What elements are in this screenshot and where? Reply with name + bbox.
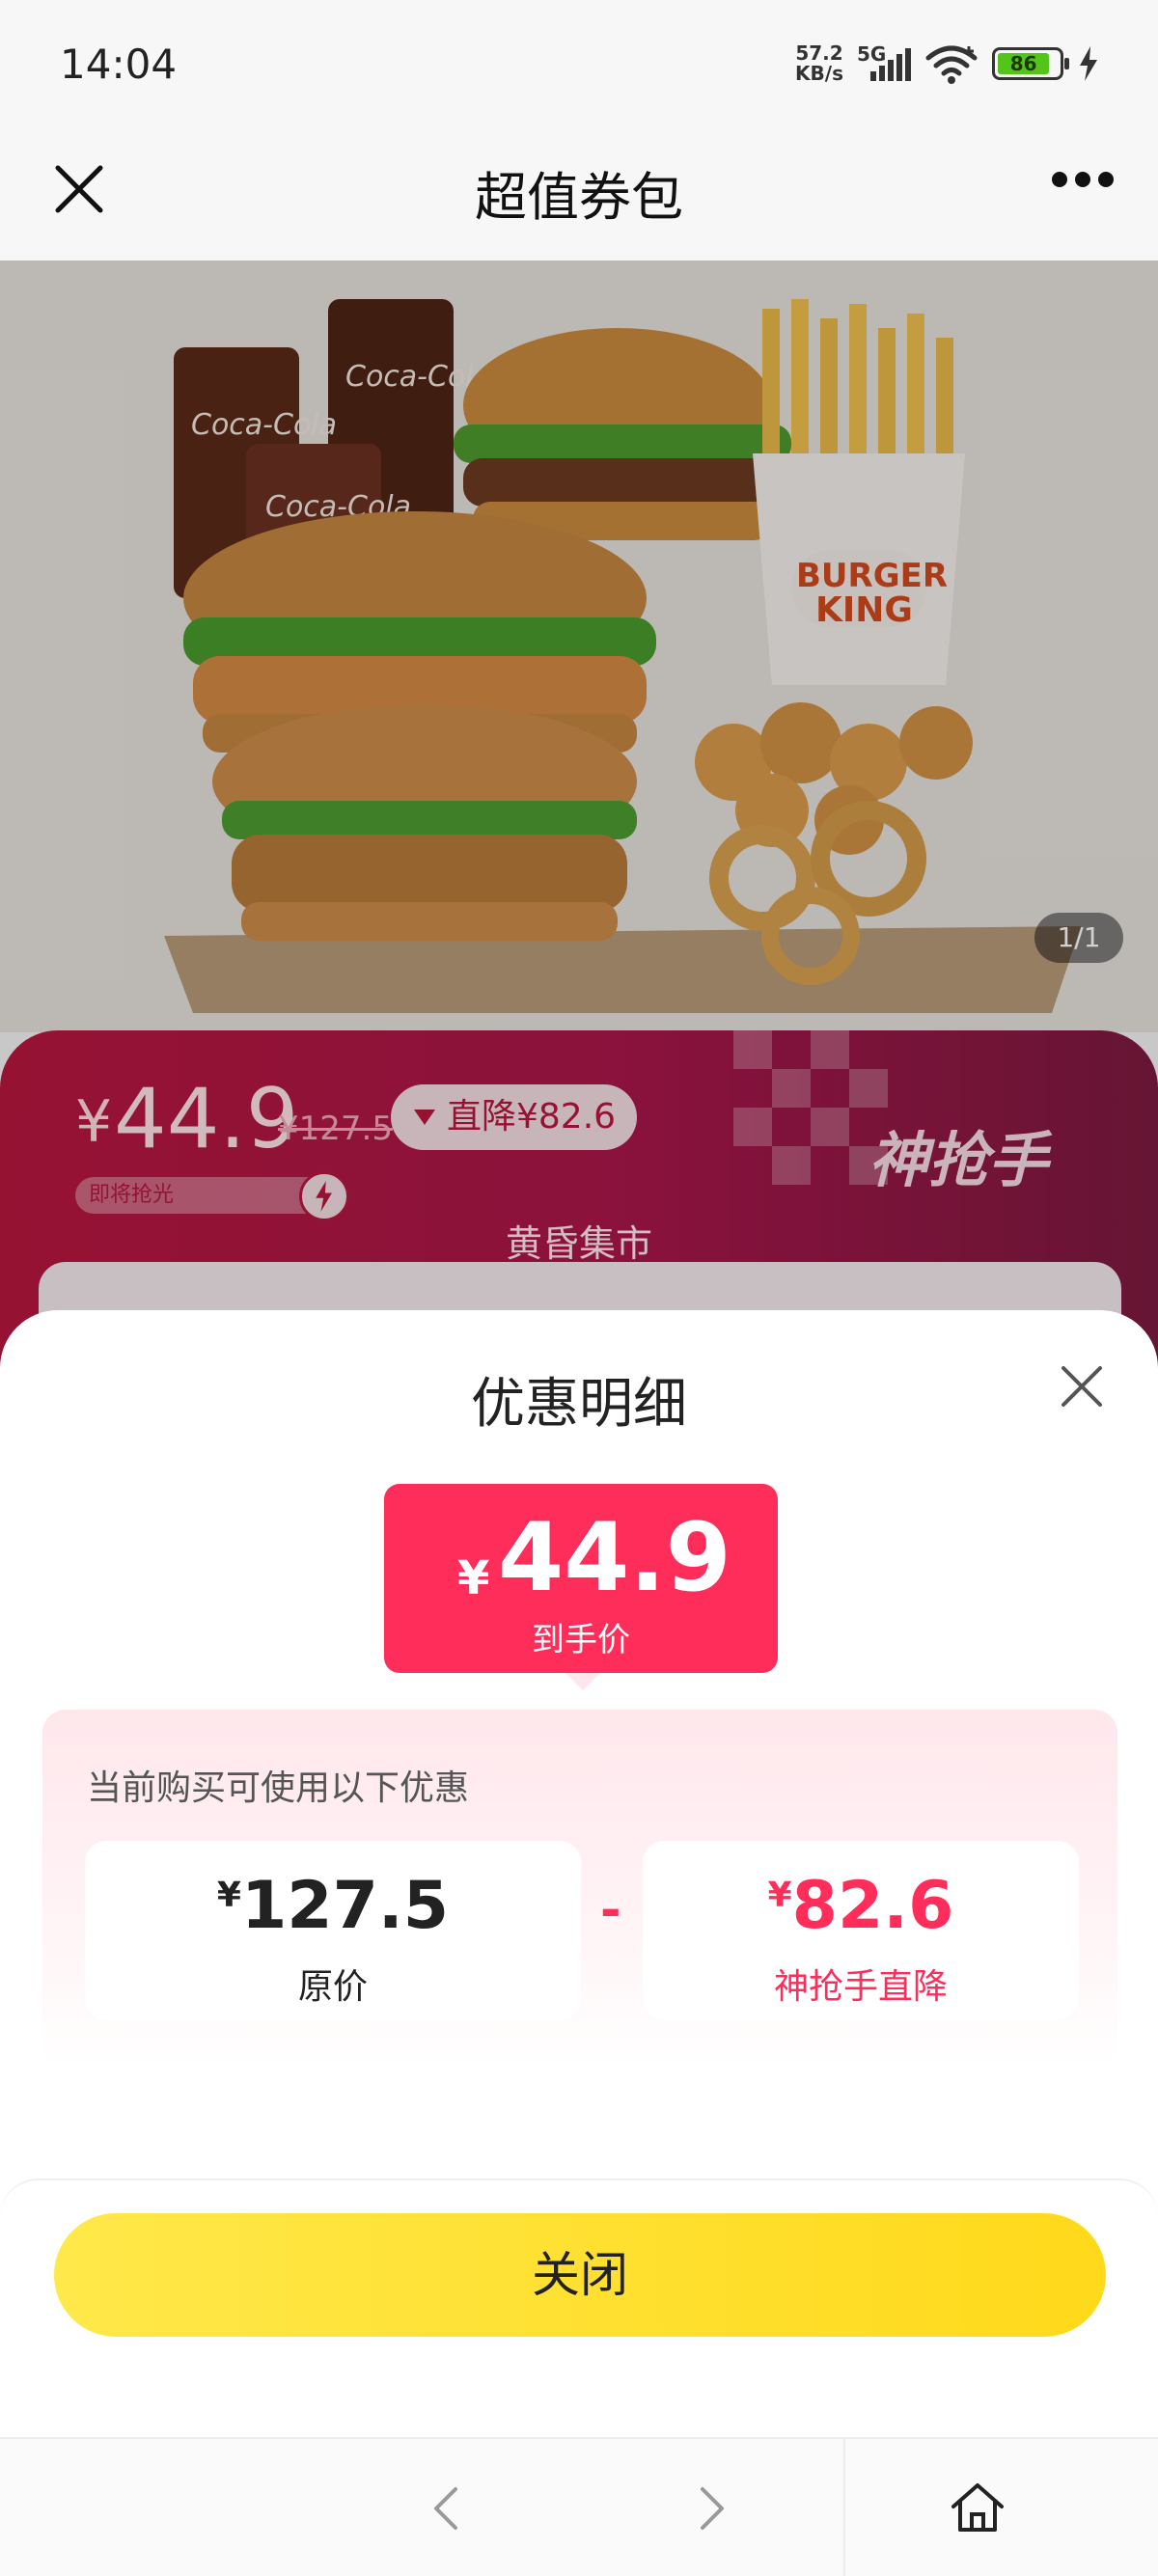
status-bar: 14:04 57.2 KB/s 5G 86 — [0, 0, 1158, 131]
saving-currency: ¥ — [767, 1876, 792, 1915]
net-speed-unit: KB/s — [795, 62, 843, 85]
discount-breakdown: 当前购买可使用以下优惠 ¥127.5 原价 - ¥82.6 神抢手直降 — [42, 1710, 1117, 2067]
net-speed: 57.2 KB/s — [795, 43, 843, 84]
final-price-caption: 到手价 — [532, 1621, 630, 1659]
close-icon[interactable] — [1056, 1360, 1108, 1412]
forward-icon[interactable] — [683, 2481, 737, 2535]
original-currency: ¥ — [216, 1876, 241, 1915]
charging-icon — [1080, 46, 1097, 81]
final-price: 44.9 — [498, 1503, 731, 1613]
sheet-footer: 关闭 — [0, 2179, 1158, 2439]
page-title: 超值券包 — [475, 167, 683, 228]
more-icon[interactable] — [1052, 172, 1114, 187]
saving-label: 神抢手直降 — [773, 1967, 948, 2007]
original-label: 原价 — [297, 1967, 368, 2007]
net-speed-value: 57.2 — [795, 41, 843, 65]
saving-card: ¥82.6 神抢手直降 — [643, 1841, 1079, 2020]
saving-amount: ¥82.6 — [643, 1868, 1079, 1944]
final-price-currency: ¥ — [457, 1551, 490, 1605]
discount-hint: 当前购买可使用以下优惠 — [87, 1768, 470, 1808]
discount-detail-sheet: 优惠明细 ¥ 44.9 到手价 当前购买可使用以下优惠 ¥127.5 原价 - … — [0, 1310, 1158, 2439]
modal-backdrop[interactable] — [0, 260, 1158, 1418]
back-icon[interactable] — [421, 2481, 475, 2535]
wifi-icon — [925, 45, 978, 84]
minus-sign: - — [600, 1881, 621, 1939]
status-icons: 57.2 KB/s 5G 86 — [795, 42, 1100, 85]
saving-value: 82.6 — [791, 1868, 954, 1944]
original-value: 127.5 — [240, 1868, 450, 1944]
original-price-card: ¥127.5 原价 — [85, 1841, 581, 2020]
home-icon[interactable] — [948, 2478, 1007, 2537]
signal-icon: 5G — [857, 42, 911, 85]
toolbar-divider — [843, 2439, 845, 2576]
status-time: 14:04 — [60, 41, 178, 88]
original-amount: ¥127.5 — [85, 1868, 581, 1944]
final-price-badge: ¥ 44.9 到手价 — [384, 1484, 778, 1690]
battery-icon: 86 — [992, 47, 1069, 80]
browser-toolbar — [0, 2437, 1158, 2576]
nav-bar: 超值券包 — [0, 131, 1158, 260]
sheet-title: 优惠明细 — [471, 1373, 687, 1436]
battery-level: 86 — [998, 52, 1050, 75]
close-button[interactable]: 关闭 — [54, 2213, 1106, 2337]
